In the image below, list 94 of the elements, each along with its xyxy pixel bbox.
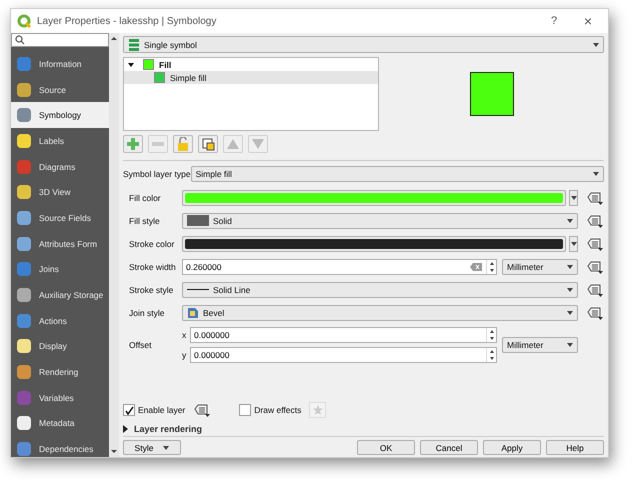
sidebar-item[interactable]: Source Fields — [11, 205, 109, 231]
clear-icon[interactable] — [470, 262, 482, 270]
field-label: Fill color — [129, 192, 162, 202]
style-dropdown[interactable]: Solid — [182, 212, 578, 228]
data-defined-icon[interactable] — [586, 236, 604, 250]
window-title: Layer Properties - lakesshp | Symbology — [37, 16, 218, 26]
padlock-icon — [177, 137, 189, 151]
field-label: Offset — [129, 340, 153, 350]
layer-rendering-section[interactable]: Layer rendering — [123, 422, 604, 437]
search-icon — [15, 35, 25, 45]
field-label: Stroke width — [129, 262, 177, 272]
checkbox[interactable] — [123, 404, 135, 416]
sidebar-item[interactable]: Diagrams — [11, 154, 109, 180]
sidebar-item[interactable]: 3D View — [11, 179, 109, 206]
tree-item[interactable]: Simple fill — [124, 71, 378, 84]
field-label: Symbol layer type — [123, 169, 191, 179]
sidebar-item[interactable]: Auxiliary Storage — [11, 282, 109, 308]
sidebar-item[interactable]: Source — [11, 76, 109, 102]
style-menu-button[interactable]: Style — [123, 440, 181, 455]
layer-type-dropdown[interactable]: Simple fill — [190, 166, 604, 182]
star-icon — [312, 405, 323, 415]
axis-label: y — [182, 350, 186, 360]
sidebar-item[interactable]: Symbology — [11, 102, 109, 128]
caret-icon — [567, 310, 573, 314]
line-icon — [187, 289, 209, 290]
caret-icon — [593, 42, 599, 46]
plus-icon — [127, 138, 139, 150]
fill-pattern-icon — [187, 215, 209, 226]
sidebar-item[interactable]: Actions — [11, 308, 109, 334]
sidebar-item[interactable]: Dependencies — [11, 436, 109, 462]
style-dropdown[interactable]: Bevel — [182, 304, 578, 320]
sidebar-item[interactable]: Labels — [11, 128, 109, 154]
spin-box[interactable]: 0.260000 — [182, 258, 497, 274]
scrollbar[interactable] — [109, 33, 119, 457]
axis-label: x — [182, 330, 186, 340]
lock-layer-button[interactable] — [173, 135, 193, 153]
duplicate-icon — [202, 138, 214, 150]
data-defined-icon[interactable] — [586, 190, 604, 204]
app-logo-icon — [17, 14, 31, 28]
unit-dropdown[interactable]: Millimeter — [502, 258, 578, 274]
dialog-button[interactable]: Apply — [483, 440, 541, 455]
checkbox-label[interactable]: Draw effects — [254, 405, 302, 415]
data-defined-icon[interactable] — [586, 282, 604, 296]
duplicate-layer-button[interactable] — [198, 135, 218, 153]
sidebar-item[interactable]: Variables — [11, 384, 109, 411]
caret-icon — [567, 218, 573, 222]
expand-arrow-icon[interactable] — [128, 62, 134, 66]
field-label: Stroke style — [129, 284, 174, 294]
number-input[interactable]: 0.260000 — [186, 262, 466, 272]
up-triangle-icon — [227, 139, 239, 149]
checkbox-label[interactable]: Enable layer — [138, 405, 186, 415]
caret-icon — [593, 172, 599, 176]
unit-dropdown[interactable]: Millimeter — [502, 337, 578, 353]
dropdown-button[interactable] — [569, 236, 578, 252]
down-triangle-icon — [252, 139, 264, 149]
spin-box[interactable]: 0.000000 — [190, 347, 497, 363]
number-input[interactable]: 0.000000 — [194, 330, 482, 340]
caret-icon — [567, 343, 573, 347]
join-corner-icon — [187, 306, 199, 318]
number-input[interactable]: 0.000000 — [194, 350, 482, 360]
symbol-preview — [470, 72, 514, 116]
help-button[interactable]: ? — [540, 15, 568, 27]
dialog-button[interactable]: Help — [546, 440, 604, 455]
spin-arrows-icon[interactable] — [486, 328, 496, 342]
color-button[interactable] — [182, 236, 566, 252]
close-button[interactable]: × — [574, 13, 602, 29]
spin-arrows-icon[interactable] — [486, 260, 496, 274]
data-defined-icon[interactable] — [586, 260, 604, 274]
dialog-button[interactable]: Cancel — [420, 440, 478, 455]
sidebar-item[interactable]: Joins — [11, 256, 109, 282]
data-defined-icon[interactable] — [586, 306, 604, 320]
caret-icon — [567, 288, 573, 292]
checkbox[interactable] — [239, 404, 252, 416]
color-button[interactable] — [182, 190, 566, 206]
field-label: Join style — [129, 308, 166, 318]
field-label: Stroke color — [129, 238, 176, 248]
sidebar-item[interactable]: Rendering — [11, 359, 109, 385]
search-field[interactable] — [11, 33, 109, 47]
sidebar-item[interactable]: Attributes Form — [11, 230, 109, 256]
dialog-button[interactable]: OK — [357, 440, 415, 455]
data-defined-icon[interactable] — [193, 403, 212, 417]
sidebar-item[interactable]: Metadata — [11, 410, 109, 436]
sidebar-item[interactable]: Display — [11, 334, 109, 360]
dropdown-button[interactable] — [569, 190, 578, 206]
stacked-bars-icon — [128, 38, 140, 50]
renderer-dropdown[interactable]: Single symbol — [123, 36, 604, 53]
spin-box[interactable]: 0.000000 — [190, 327, 497, 343]
caret-icon — [567, 264, 573, 268]
style-dropdown[interactable]: Solid Line — [182, 282, 578, 298]
sidebar-item[interactable]: Information — [11, 51, 109, 77]
spin-arrows-icon[interactable] — [486, 348, 496, 362]
tree-item[interactable]: Fill — [124, 58, 378, 71]
data-defined-icon[interactable] — [586, 214, 604, 228]
field-label: Fill style — [129, 216, 161, 226]
